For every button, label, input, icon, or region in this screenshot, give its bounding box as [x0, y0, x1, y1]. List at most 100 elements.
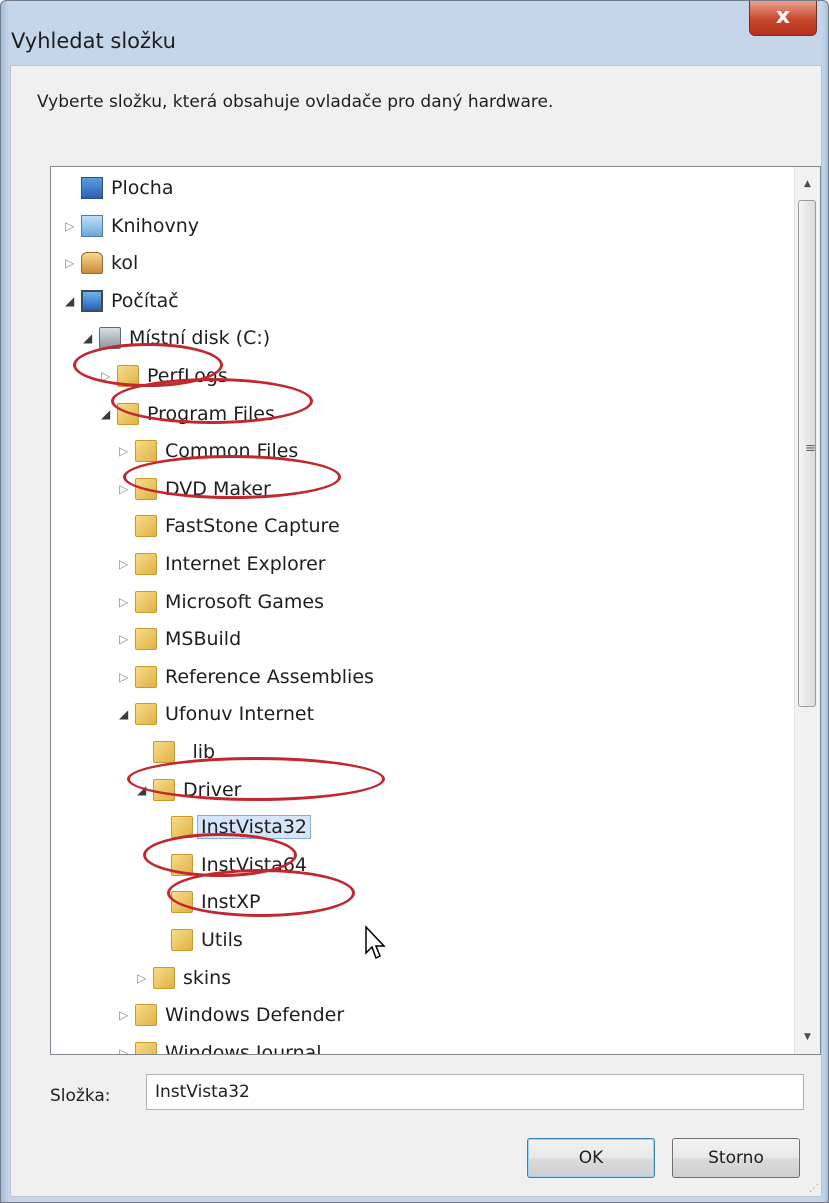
drive-icon	[99, 327, 121, 350]
tree-scrollbar[interactable]: ▲ ≡ ▼	[794, 167, 820, 1054]
tree-item-label: MSBuild	[165, 628, 242, 651]
folder-icon	[135, 515, 157, 538]
expanded-arrow-icon[interactable]: ◢	[83, 331, 92, 345]
mouse-cursor-icon	[365, 925, 386, 960]
tree-item[interactable]: ▷ MSBuild	[51, 622, 791, 658]
collapsed-arrow-icon[interactable]: ▷	[119, 1008, 128, 1022]
ok-button[interactable]: OK	[527, 1138, 655, 1178]
tree-item-label: InstVista64	[201, 853, 308, 876]
expanded-arrow-icon[interactable]: ◢	[65, 294, 74, 308]
scroll-up-icon[interactable]: ▲	[797, 173, 818, 195]
tree-item-label: FastStone Capture	[165, 515, 340, 538]
folder-icon	[135, 703, 157, 726]
tree-item[interactable]: ▷ skins	[51, 961, 791, 997]
expanded-arrow-icon[interactable]: ◢	[101, 407, 110, 421]
folder-icon	[135, 440, 157, 463]
tree-item-label: InstXP	[201, 891, 261, 914]
tree-item[interactable]: ◢ Místní disk (C:)	[51, 321, 791, 357]
expanded-arrow-icon[interactable]: ◢	[137, 783, 146, 797]
tree-item[interactable]: ▷ kol	[51, 246, 791, 282]
tree-item-label: Common Files	[165, 440, 299, 463]
window-title: Vyhledat složku	[11, 29, 176, 53]
tree-item-label: Místní disk (C:)	[129, 327, 271, 350]
folder-field-label: Složka:	[50, 1086, 111, 1106]
desktop-icon	[81, 177, 103, 199]
tree-item-label: Utils	[201, 929, 243, 951]
tree-item-label: skins	[183, 966, 232, 989]
folder-icon	[135, 553, 157, 575]
folder-icon	[135, 590, 157, 613]
tree-item[interactable]: ▷ Windows Defender	[51, 998, 791, 1034]
user-icon	[81, 252, 103, 275]
collapsed-arrow-icon[interactable]: ▷	[101, 369, 110, 383]
tree-item[interactable]: ◢ Počítač	[51, 284, 791, 320]
tree-item-label: InstVista32	[197, 815, 312, 840]
scroll-down-icon[interactable]: ▼	[797, 1026, 818, 1048]
tree-item[interactable]: ▷ Windows Journal	[51, 1036, 791, 1055]
computer-icon	[81, 289, 103, 312]
folder-icon	[171, 816, 193, 839]
collapsed-arrow-icon[interactable]: ▷	[119, 670, 128, 684]
tree-item[interactable]: FastStone Capture	[51, 509, 791, 545]
resize-grip-icon[interactable]: ⋰	[809, 1183, 819, 1194]
tree-item-label: DVD Maker	[165, 477, 271, 500]
tree-item[interactable]: ◢ Ufonuv Internet	[51, 697, 791, 733]
tree-item[interactable]: Plocha	[51, 171, 791, 207]
collapsed-arrow-icon[interactable]: ▷	[65, 219, 74, 233]
tree-item[interactable]: ▷ DVD Maker	[51, 472, 791, 508]
tree-item-label: Windows Defender	[165, 1004, 345, 1027]
tree-item[interactable]: InstVista32	[51, 810, 791, 846]
tree-item[interactable]: ▷ Internet Explorer	[51, 547, 791, 583]
tree-item-label: Knihovny	[111, 214, 199, 237]
tree-item[interactable]: Utils	[51, 923, 791, 959]
folder-icon	[117, 365, 139, 387]
tree-item[interactable]: ▷ Reference Assemblies	[51, 660, 791, 696]
collapsed-arrow-icon[interactable]: ▷	[119, 482, 128, 496]
tree-item[interactable]: ▷ Common Files	[51, 434, 791, 470]
tree-item[interactable]: _lib	[51, 735, 791, 771]
tree-item-label: Počítač	[111, 289, 179, 312]
folder-tree[interactable]: ▷ Windows Journal ▷ Windows Defender ▷ skins U…	[50, 166, 821, 1055]
folder-icon	[117, 402, 139, 425]
tree-item-label: PerfLogs	[147, 365, 228, 387]
folder-icon	[153, 741, 175, 763]
tree-item-label: Windows Journal	[165, 1041, 322, 1055]
scroll-thumb[interactable]: ≡	[798, 200, 816, 707]
close-button[interactable]: x	[749, 1, 817, 36]
tree-item-label: Reference Assemblies	[165, 665, 374, 688]
collapsed-arrow-icon[interactable]: ▷	[65, 256, 74, 270]
folder-icon	[153, 966, 175, 989]
collapsed-arrow-icon[interactable]: ▷	[119, 444, 128, 458]
folder-icon	[153, 778, 175, 801]
cancel-button[interactable]: Storno	[672, 1138, 800, 1178]
tree-item-label: Microsoft Games	[165, 590, 324, 613]
dialog-client-area: Vyberte složku, která obsahuje ovladače …	[10, 65, 822, 1197]
tree-item[interactable]: InstXP	[51, 885, 791, 921]
tree-item[interactable]: ▷ Knihovny	[51, 209, 791, 245]
folder-icon	[171, 891, 193, 914]
folder-icon	[135, 665, 157, 688]
folder-icon	[135, 1041, 157, 1054]
tree-item[interactable]: InstVista64	[51, 848, 791, 884]
folder-icon	[135, 628, 157, 651]
tree-item[interactable]: ▷ PerfLogs	[51, 359, 791, 395]
tree-item-label: Ufonuv Internet	[165, 703, 315, 726]
grip-icon: ≡	[805, 441, 816, 456]
tree-item[interactable]: ◢ Program Files	[51, 397, 791, 433]
tree-item-label: _lib	[183, 741, 216, 763]
collapsed-arrow-icon[interactable]: ▷	[119, 1046, 128, 1054]
folder-name-input[interactable]	[146, 1074, 804, 1110]
collapsed-arrow-icon[interactable]: ▷	[137, 971, 146, 985]
tree-item[interactable]: ▷ Microsoft Games	[51, 585, 791, 621]
libraries-icon	[81, 214, 103, 237]
folder-icon	[171, 929, 193, 951]
collapsed-arrow-icon[interactable]: ▷	[119, 632, 128, 646]
tree-item-label: kol	[111, 252, 139, 275]
tree-item[interactable]: ◢ Driver	[51, 773, 791, 809]
tree-item-label: Driver	[183, 778, 242, 801]
dialog-description: Vyberte složku, která obsahuje ovladače …	[37, 92, 554, 112]
collapsed-arrow-icon[interactable]: ▷	[119, 557, 128, 571]
expanded-arrow-icon[interactable]: ◢	[119, 707, 128, 721]
collapsed-arrow-icon[interactable]: ▷	[119, 595, 128, 609]
tree-item-label: Plocha	[111, 177, 174, 199]
